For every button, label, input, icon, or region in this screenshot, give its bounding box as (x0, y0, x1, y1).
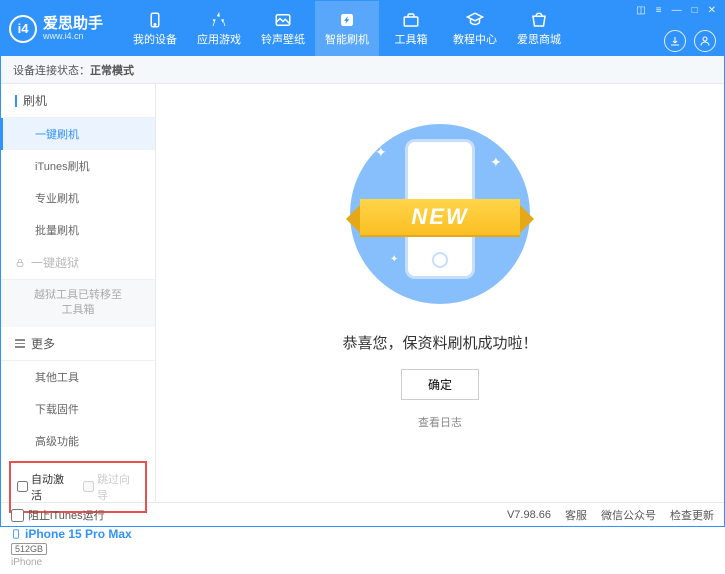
flash-options-highlight: 自动激活 跳过向导 (9, 461, 147, 513)
nav-smart-flash[interactable]: 智能刷机 (315, 1, 379, 56)
sidebar: 刷机 一键刷机 iTunes刷机 专业刷机 批量刷机 一键越狱 越狱工具已转移至… (1, 84, 156, 502)
maximize-icon[interactable]: □ (692, 5, 698, 16)
nav-ringtones-wallpapers[interactable]: 铃声壁纸 (251, 1, 315, 56)
nav-my-device[interactable]: 我的设备 (123, 1, 187, 56)
download-icon[interactable] (664, 30, 686, 52)
sidebar-item-batch-flash[interactable]: 批量刷机 (1, 214, 155, 246)
user-icon[interactable] (694, 30, 716, 52)
nav-tutorials[interactable]: 教程中心 (443, 1, 507, 56)
menu-icon[interactable]: ≡ (656, 5, 662, 16)
sidebar-group-more[interactable]: 更多 (1, 327, 155, 361)
close-icon[interactable]: ✕ (708, 5, 716, 16)
storage-badge: 512GB (11, 543, 47, 555)
sidebar-group-flash[interactable]: 刷机 (1, 84, 155, 118)
sidebar-item-itunes-flash[interactable]: iTunes刷机 (1, 150, 155, 182)
window-controls: ◫ ≡ — □ ✕ (636, 5, 716, 16)
flash-icon (338, 11, 356, 29)
logo-icon: i4 (9, 15, 37, 43)
phone-icon (11, 527, 21, 541)
status-value: 正常模式 (90, 62, 134, 78)
device-info[interactable]: iPhone 15 Pro Max 512GB iPhone (1, 521, 155, 574)
image-icon (274, 11, 292, 29)
lock-icon (15, 258, 25, 268)
success-illustration: ✦ ✦ ✦ NEW (340, 114, 540, 314)
device-icon (146, 11, 164, 29)
footer-link-update[interactable]: 检查更新 (670, 507, 714, 523)
store-icon (530, 11, 548, 29)
title-bar: i4 爱思助手 www.i4.cn 我的设备 应用游戏 铃声壁纸 智能刷机 工具… (1, 1, 724, 56)
main-content: ✦ ✦ ✦ NEW 恭喜您，保资料刷机成功啦！ 确定 查看日志 (156, 84, 724, 502)
sidebar-item-advanced[interactable]: 高级功能 (1, 425, 155, 457)
version-label: V7.98.66 (507, 509, 551, 521)
footer-link-wechat[interactable]: 微信公众号 (601, 507, 656, 523)
sidebar-jailbreak-note: 越狱工具已转移至 工具箱 (1, 280, 155, 327)
footer-link-support[interactable]: 客服 (565, 507, 587, 523)
sidebar-group-jailbreak: 一键越狱 (1, 246, 155, 280)
main-nav: 我的设备 应用游戏 铃声壁纸 智能刷机 工具箱 教程中心 爱思商城 (123, 1, 571, 56)
nav-apps-games[interactable]: 应用游戏 (187, 1, 251, 56)
device-status-bar: 设备连接状态： 正常模式 (1, 56, 724, 84)
status-prefix: 设备连接状态： (13, 62, 90, 78)
apps-icon (210, 11, 228, 29)
sidebar-item-other-tools[interactable]: 其他工具 (1, 361, 155, 393)
minimize-icon[interactable]: — (672, 5, 682, 16)
nav-store[interactable]: 爱思商城 (507, 1, 571, 56)
sidebar-item-one-click-flash[interactable]: 一键刷机 (1, 118, 155, 150)
toolbox-icon (402, 11, 420, 29)
app-subtitle: www.i4.cn (43, 31, 103, 42)
sidebar-item-pro-flash[interactable]: 专业刷机 (1, 182, 155, 214)
view-log-link[interactable]: 查看日志 (418, 414, 462, 430)
ok-button[interactable]: 确定 (401, 369, 479, 400)
tutorial-icon (466, 11, 484, 29)
checkbox-skip-guide[interactable]: 跳过向导 (83, 471, 139, 503)
checkbox-auto-activate[interactable]: 自动激活 (17, 471, 73, 503)
nav-toolbox[interactable]: 工具箱 (379, 1, 443, 56)
sidebar-item-download-firmware[interactable]: 下载固件 (1, 393, 155, 425)
app-title: 爱思助手 (43, 16, 103, 31)
pin-icon[interactable]: ◫ (636, 5, 645, 16)
checkbox-block-itunes[interactable]: 阻止iTunes运行 (11, 507, 105, 523)
device-type: iPhone (11, 557, 145, 568)
hamburger-icon (15, 339, 25, 348)
app-logo: i4 爱思助手 www.i4.cn (9, 15, 103, 43)
success-message: 恭喜您，保资料刷机成功啦！ (342, 332, 537, 353)
new-ribbon: NEW (360, 199, 520, 235)
